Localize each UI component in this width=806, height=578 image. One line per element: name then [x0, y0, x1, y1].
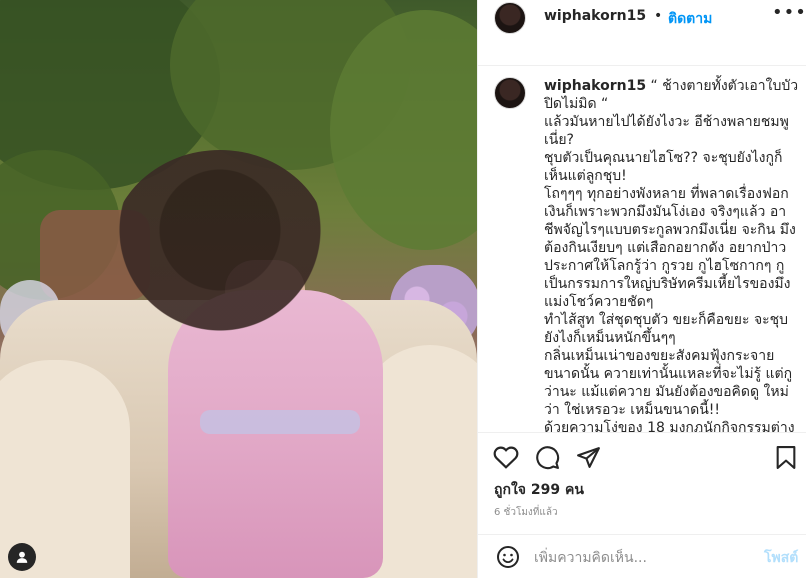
share-icon[interactable]: [574, 443, 602, 471]
caption-username[interactable]: wiphakorn15: [544, 78, 646, 94]
user-tag-icon[interactable]: [8, 543, 36, 571]
emoji-icon[interactable]: [494, 543, 522, 571]
comment-input[interactable]: เพิ่มความคิดเห็น...: [534, 547, 647, 569]
avatar[interactable]: [494, 77, 526, 109]
post-actions: ถูกใจ 299 คน 6 ชั่วโมงที่แล้ว: [478, 432, 806, 534]
add-comment-bar: เพิ่มความคิดเห็น... โพสต์: [478, 534, 806, 578]
emoji-icon-glyph: [497, 546, 519, 568]
heart-icon[interactable]: [492, 443, 520, 471]
post-comment-button[interactable]: โพสต์: [764, 547, 798, 569]
caption-text: wiphakorn15 “ ช้างตายทั้งตัวเอาใบบัวปิดไ…: [544, 77, 802, 432]
like-count[interactable]: ถูกใจ 299 คน: [494, 479, 584, 501]
share-icon-glyph: [576, 446, 600, 468]
photo-person-belt: [200, 410, 360, 434]
photo-person-hair: [110, 150, 330, 350]
more-options-icon[interactable]: •••: [772, 2, 806, 23]
caption-body: “ ช้างตายทั้งตัวเอาใบบัวปิดไม่มิด “ แล้ว…: [544, 78, 799, 432]
caption: wiphakorn15 “ ช้างตายทั้งตัวเอาใบบัวปิดไ…: [478, 67, 806, 432]
separator-dot: •: [654, 8, 663, 24]
post-photo[interactable]: [0, 0, 477, 578]
follow-button[interactable]: ติดตาม: [668, 8, 712, 30]
bookmark-icon[interactable]: [772, 443, 800, 471]
post-username[interactable]: wiphakorn15: [544, 8, 646, 24]
bookmark-icon-glyph: [776, 445, 796, 469]
comment-icon[interactable]: [533, 443, 561, 471]
heart-icon-glyph: [493, 446, 519, 469]
user-tag-icon-glyph: [16, 551, 28, 563]
avatar[interactable]: [494, 2, 526, 34]
comment-icon-glyph: [535, 445, 559, 469]
post-timestamp[interactable]: 6 ชั่วโมงที่แล้ว: [494, 505, 558, 520]
post-header: wiphakorn15 • ติดตาม •••: [478, 0, 806, 66]
post-side-panel: wiphakorn15 • ติดตาม ••• wiphakorn15 “ ช…: [477, 0, 806, 578]
